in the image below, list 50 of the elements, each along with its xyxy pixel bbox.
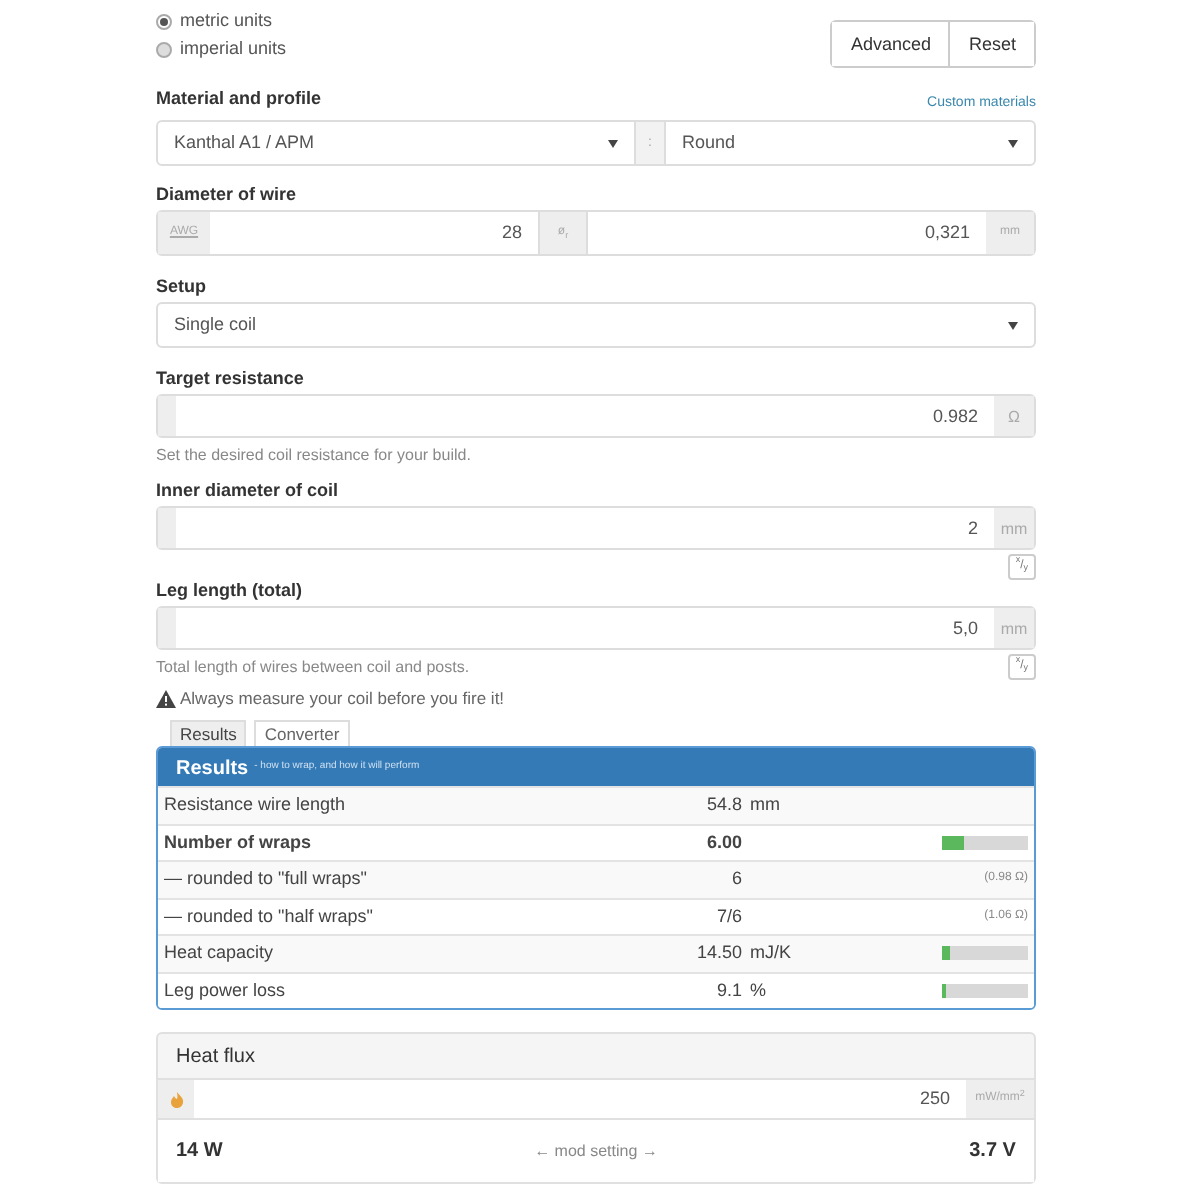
- field-label: Material and profile: [156, 88, 322, 108]
- panel-title: Heat flux: [174, 1043, 257, 1071]
- table-cell-text: 54.8: [704, 794, 742, 817]
- table-cell-text: — rounded to "full wraps": [164, 868, 369, 891]
- input-addon: mm: [994, 508, 1034, 548]
- table-cell-text: Resistance wire length: [164, 794, 348, 817]
- warning-text: Always measure your coil before you fire it!: [180, 688, 505, 710]
- mod-setting-label: ← mod setting →: [534, 1140, 658, 1162]
- input-group[interactable]: 5,0 mm: [156, 606, 1036, 650]
- input-addon: Ω: [994, 396, 1034, 436]
- input-addon: mm: [994, 608, 1034, 648]
- radio-label: metric units: [180, 10, 273, 32]
- table-cell-text: Heat capacity: [164, 942, 276, 965]
- caret-icon: [1008, 321, 1018, 329]
- table-cell-text: Number of wraps: [164, 831, 314, 854]
- table-cell-text: 6: [729, 868, 742, 891]
- table-cell-text: — rounded to "half wraps": [164, 905, 375, 928]
- input-field[interactable]: 250: [194, 1080, 966, 1118]
- flame-icon: [169, 1091, 183, 1107]
- radio-label: imperial units: [180, 38, 287, 60]
- tab[interactable]: Converter: [254, 720, 350, 746]
- radio-button[interactable]: [156, 13, 172, 29]
- tab[interactable]: Results: [170, 720, 247, 746]
- field-label: Setup: [156, 276, 209, 296]
- help-text: Set the desired coil resistance for your build.: [156, 443, 471, 465]
- field-label: Inner diameter of coil: [156, 480, 341, 500]
- table-cell-text: Leg power loss: [164, 979, 288, 1002]
- power-reading: 14 W: [176, 1140, 223, 1162]
- input-group[interactable]: 0.982 Ω: [156, 394, 1036, 438]
- table-cell-text: mm: [748, 794, 782, 817]
- field-label: Target resistance: [156, 368, 306, 388]
- input-addon: [158, 508, 176, 548]
- field-label: Leg length (total): [156, 580, 304, 600]
- table-cell-text: 9.1: [714, 979, 742, 1002]
- radio-button[interactable]: [156, 41, 172, 57]
- select-field[interactable]: Single coil: [158, 304, 1034, 346]
- toolbar-button[interactable]: Reset: [948, 22, 1034, 66]
- table-cell-text: 6.00: [704, 831, 742, 854]
- input-group[interactable]: 2 mm: [156, 506, 1036, 550]
- input-addon: [158, 608, 176, 648]
- field-label: Diameter of wire: [156, 184, 299, 204]
- help-text: Total length of wires between coil and posts.: [156, 655, 470, 677]
- table-cell-text: mJ/K: [748, 942, 794, 965]
- warning-icon: [156, 690, 176, 708]
- table-cell-text: 14.50: [694, 942, 742, 965]
- table-cell-text: 7/6: [714, 905, 742, 928]
- panel-title: Results: [176, 758, 249, 780]
- voltage-reading: 3.7 V: [969, 1140, 1016, 1162]
- input-addon: [158, 396, 176, 436]
- table-cell-text: %: [748, 979, 769, 1002]
